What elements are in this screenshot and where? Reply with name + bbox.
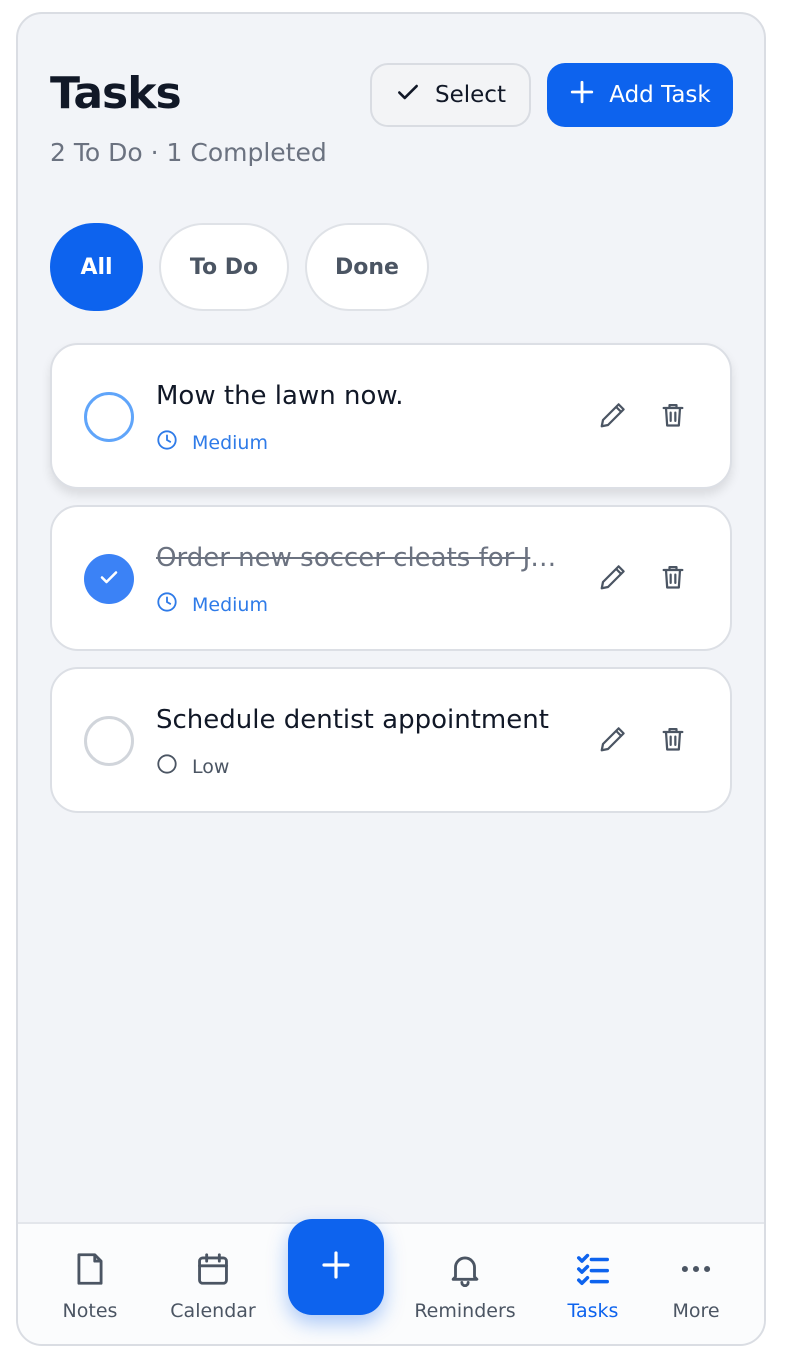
- bell-icon: [446, 1250, 484, 1292]
- note-icon: [71, 1250, 109, 1292]
- add-task-button-label: Add Task: [609, 82, 711, 108]
- circle-icon: [156, 753, 178, 780]
- pencil-icon: [598, 400, 628, 434]
- check-icon: [97, 565, 121, 593]
- task-priority-label: Low: [192, 755, 230, 778]
- filter-all[interactable]: All: [50, 223, 143, 311]
- task-priority-label: Medium: [192, 593, 268, 616]
- delete-task-button[interactable]: [656, 562, 690, 596]
- page-title: Tasks: [50, 68, 182, 119]
- nav-item-calendar[interactable]: Calendar: [158, 1250, 268, 1322]
- edit-task-button[interactable]: [596, 724, 630, 758]
- task-title: Mow the lawn now.: [156, 381, 404, 411]
- task-card[interactable]: Mow the lawn now. Medium: [50, 343, 732, 489]
- task-priority-label: Medium: [192, 431, 268, 454]
- task-summary: 2 To Do · 1 Completed: [50, 138, 327, 167]
- trash-icon: [659, 563, 687, 595]
- trash-icon: [659, 401, 687, 433]
- task-checkbox-checked[interactable]: [84, 554, 134, 604]
- task-card[interactable]: Order new soccer cleats for Jake Medium: [50, 505, 732, 651]
- check-icon: [395, 79, 421, 111]
- pencil-icon: [598, 724, 628, 758]
- plus-icon: [569, 79, 595, 111]
- nav-item-label: Notes: [62, 1300, 118, 1322]
- nav-item-notes[interactable]: Notes: [35, 1250, 145, 1322]
- filter-done[interactable]: Done: [305, 223, 429, 311]
- delete-task-button[interactable]: [656, 400, 690, 434]
- edit-task-button[interactable]: [596, 562, 630, 596]
- task-title: Order new soccer cleats for Jake: [156, 543, 566, 573]
- plus-icon: [320, 1249, 352, 1285]
- calendar-icon: [194, 1250, 232, 1292]
- add-task-button[interactable]: Add Task: [547, 63, 733, 127]
- task-checkbox[interactable]: [84, 392, 134, 442]
- nav-item-label: More: [672, 1300, 720, 1322]
- trash-icon: [659, 725, 687, 757]
- task-checkbox[interactable]: [84, 716, 134, 766]
- task-priority: Low: [156, 753, 229, 780]
- clock-icon: [156, 429, 178, 456]
- task-priority: Medium: [156, 429, 268, 456]
- nav-item-reminders[interactable]: Reminders: [410, 1250, 520, 1322]
- pencil-icon: [598, 562, 628, 596]
- task-card[interactable]: Schedule dentist appointment Low: [50, 667, 732, 813]
- nav-item-label: Tasks: [567, 1300, 619, 1322]
- nav-item-more[interactable]: More: [641, 1250, 751, 1322]
- nav-item-tasks[interactable]: Tasks: [538, 1250, 648, 1322]
- clock-icon: [156, 591, 178, 618]
- nav-item-label: Reminders: [414, 1300, 516, 1322]
- bottom-nav: Notes Calendar Reminders Tasks More: [18, 1222, 764, 1344]
- new-item-fab[interactable]: [288, 1219, 384, 1315]
- task-priority: Medium: [156, 591, 268, 618]
- select-button[interactable]: Select: [370, 63, 531, 127]
- app-frame: Tasks 2 To Do · 1 Completed Select Add T…: [16, 12, 766, 1346]
- edit-task-button[interactable]: [596, 400, 630, 434]
- filter-to-do[interactable]: To Do: [159, 223, 289, 311]
- more-icon: [677, 1250, 715, 1292]
- task-title: Schedule dentist appointment: [156, 705, 549, 735]
- checklist-icon: [574, 1250, 612, 1292]
- nav-item-label: Calendar: [170, 1300, 256, 1322]
- filter-tabs: All To Do Done: [50, 223, 429, 311]
- select-button-label: Select: [435, 82, 506, 108]
- delete-task-button[interactable]: [656, 724, 690, 758]
